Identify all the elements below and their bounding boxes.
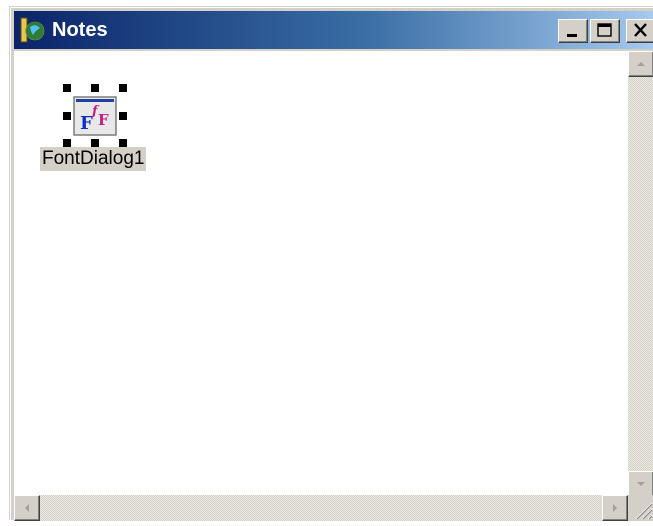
component-label: FontDialog1 [40, 147, 147, 171]
form-design-area[interactable]: F f F FontDialog1 [14, 51, 653, 521]
window-title: Notes [52, 19, 108, 41]
minimize-button[interactable] [558, 19, 588, 43]
size-grip[interactable] [628, 495, 653, 521]
title-bar[interactable]: Notes [14, 11, 653, 49]
svg-text:F: F [98, 111, 109, 129]
vertical-scrollbar[interactable] [628, 51, 653, 497]
maximize-button[interactable] [590, 19, 620, 43]
close-button[interactable] [626, 19, 653, 43]
selection-handle[interactable] [63, 112, 71, 120]
selection-handle[interactable] [91, 84, 99, 92]
scroll-up-button[interactable] [628, 51, 653, 77]
selection-handle[interactable] [119, 84, 127, 92]
maximize-icon [597, 23, 612, 37]
minimize-icon [567, 34, 577, 37]
font-dialog-component[interactable]: F f F FontDialog1 [28, 81, 168, 181]
scroll-left-button[interactable] [14, 495, 40, 521]
app-icon[interactable] [20, 17, 46, 43]
selection-handle[interactable] [91, 139, 99, 147]
scroll-down-button[interactable] [628, 471, 653, 497]
horizontal-scrollbar[interactable] [14, 495, 628, 521]
arrow-up-icon [637, 62, 645, 66]
close-icon [634, 23, 647, 37]
arrow-left-icon [25, 504, 29, 512]
selection-handle[interactable] [63, 139, 71, 147]
selection-handle[interactable] [119, 112, 127, 120]
arrow-down-icon [637, 482, 645, 486]
selection-handle[interactable] [119, 139, 127, 147]
arrow-right-icon [613, 504, 617, 512]
scroll-right-button[interactable] [602, 495, 628, 521]
selection-handle[interactable] [63, 84, 71, 92]
resize-grip-icon [635, 502, 653, 520]
notes-window: Notes F f F FontDialog1 [9, 6, 653, 521]
font-dialog-icon[interactable]: F f F [66, 87, 124, 145]
